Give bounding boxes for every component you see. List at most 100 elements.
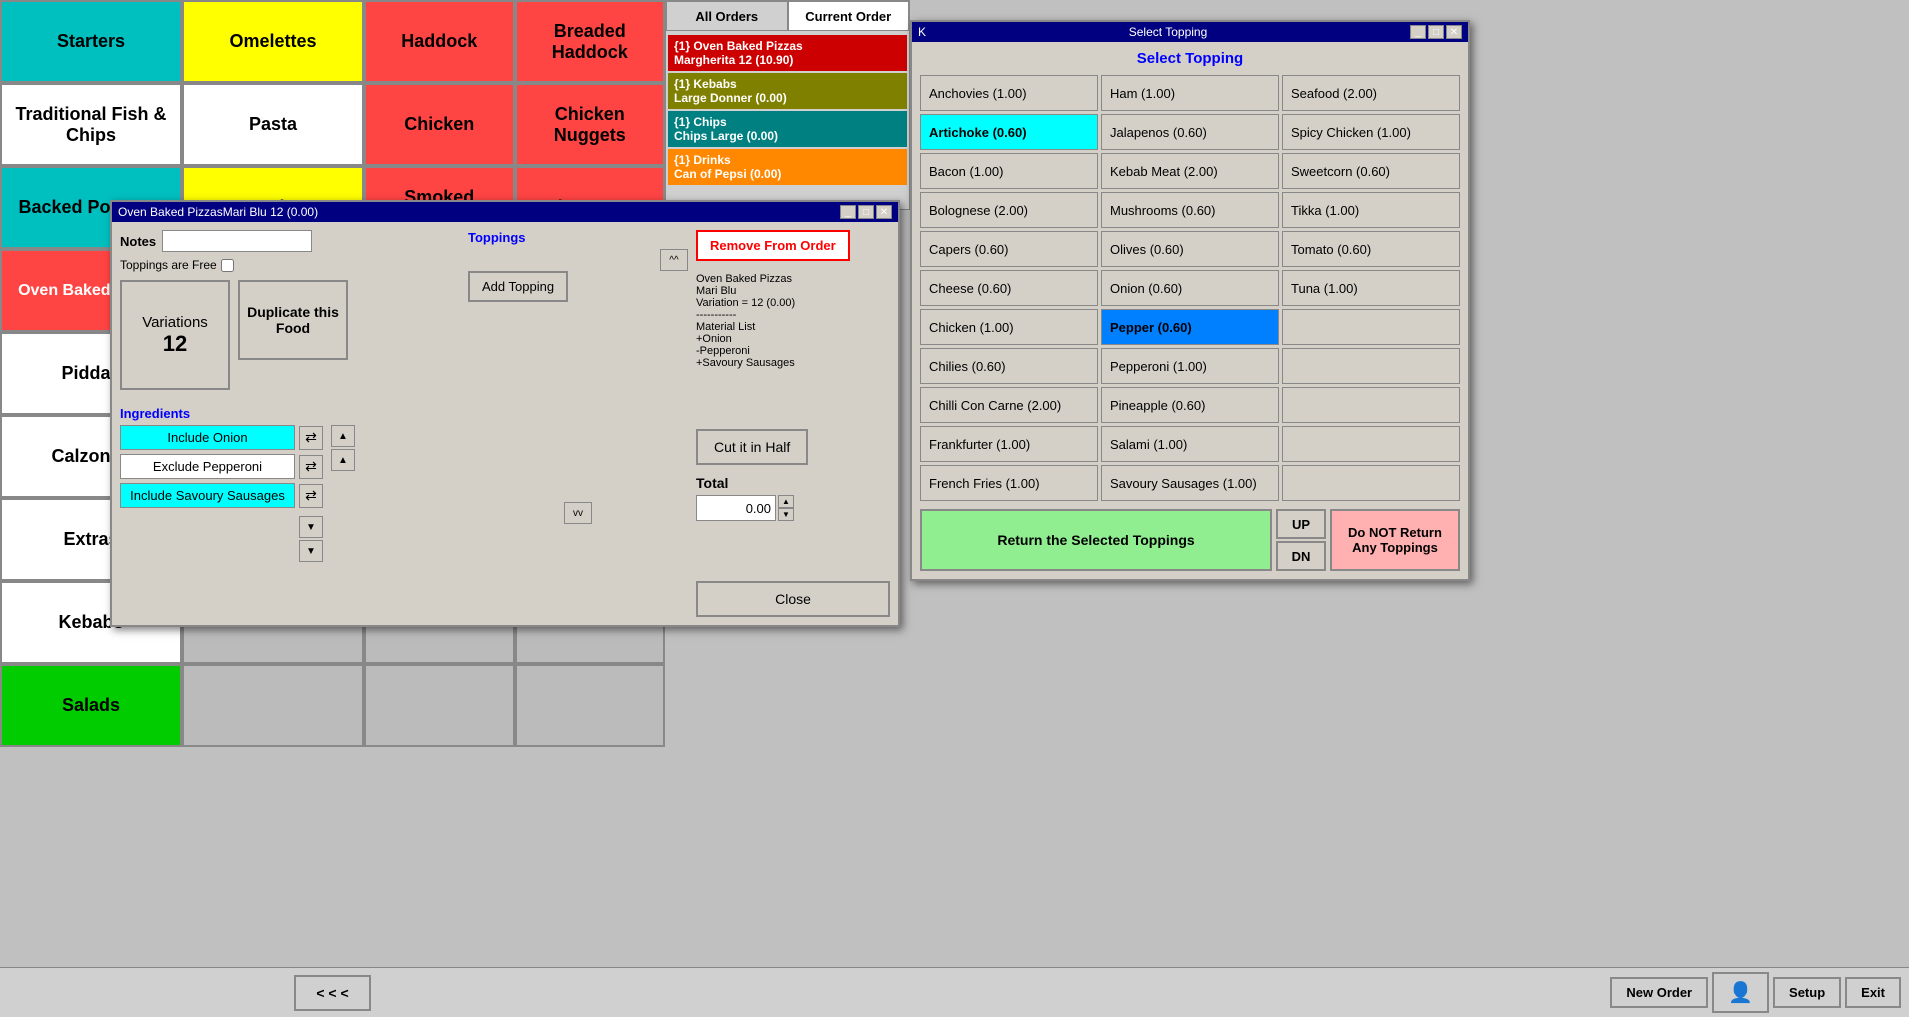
duplicate-button[interactable]: Duplicate this Food [238,280,348,360]
toppings-free-row: Toppings are Free [120,258,460,272]
ingredient-include-sausages[interactable]: Include Savoury Sausages [120,483,295,508]
minimize-button[interactable]: _ [840,205,856,219]
toppings-free-checkbox[interactable] [221,259,234,272]
total-input[interactable] [696,495,776,521]
ingredients-list: Include Onion ⇄ Exclude Pepperoni ⇄ Incl… [120,425,323,512]
food-modal-title: Oven Baked PizzasMari Blu 12 (0.00) [118,205,318,219]
topping-onion[interactable]: Onion (0.60) [1101,270,1279,306]
toppings-list [468,249,656,271]
back-button[interactable]: < < < [294,975,370,1011]
topping-chicken[interactable]: Chicken (1.00) [920,309,1098,345]
order-item-3[interactable]: {1} DrinksCan of Pepsi (0.00) [668,149,907,185]
menu-btn-haddock[interactable]: Haddock [364,0,515,83]
topping-french-fries[interactable]: French Fries (1.00) [920,465,1098,501]
topping-ham[interactable]: Ham (1.00) [1101,75,1279,111]
toppings-label: Toppings [468,230,688,245]
food-modal-titlebar: Oven Baked PizzasMari Blu 12 (0.00) _ □ … [112,202,898,222]
menu-btn-salads[interactable]: Salads [0,664,182,747]
menu-row-1: Starters Omelettes Haddock Breaded Haddo… [0,0,665,83]
topping-jalapenos[interactable]: Jalapenos (0.60) [1101,114,1279,150]
menu-btn-omelettes[interactable]: Omelettes [182,0,364,83]
topping-olives[interactable]: Olives (0.60) [1101,231,1279,267]
topping-chilli-con-carne[interactable]: Chilli Con Carne (2.00) [920,387,1098,423]
topping-cheese[interactable]: Cheese (0.60) [920,270,1098,306]
setup-button[interactable]: Setup [1773,977,1841,1008]
topping-mushrooms[interactable]: Mushrooms (0.60) [1101,192,1279,228]
menu-btn-starters[interactable]: Starters [0,0,182,83]
topping-close-button[interactable]: ✕ [1446,25,1462,39]
topping-empty-8c [1282,348,1460,384]
topping-maximize-button[interactable]: □ [1428,25,1444,39]
ingredient-up-arrow[interactable]: ▲ [331,425,355,447]
variations-label: Variations [142,314,208,331]
dn-button[interactable]: DN [1276,541,1326,571]
total-spin-down[interactable]: ▼ [778,508,794,521]
menu-btn-chicken-nuggets[interactable]: Chicken Nuggets [515,83,666,166]
close-title-button[interactable]: ✕ [876,205,892,219]
topping-tuna[interactable]: Tuna (1.00) [1282,270,1460,306]
remove-from-order-button[interactable]: Remove From Order [696,230,850,261]
topping-bolognese[interactable]: Bolognese (2.00) [920,192,1098,228]
total-spin-up[interactable]: ▲ [778,495,794,508]
menu-row-9: Salads [0,664,665,747]
toppings-free-label: Toppings are Free [120,258,217,272]
topping-down-arrow[interactable]: vv [564,502,592,524]
topping-modal-title-buttons: _ □ ✕ [1410,25,1462,39]
do-not-return-button[interactable]: Do NOT Return Any Toppings [1330,509,1460,571]
topping-pepper[interactable]: Pepper (0.60) [1101,309,1279,345]
menu-btn-pasta[interactable]: Pasta [182,83,364,166]
ingredient-down-arrow[interactable]: ▼ [299,516,323,538]
tab-all-orders[interactable]: All Orders [666,1,788,31]
topping-tomato[interactable]: Tomato (0.60) [1282,231,1460,267]
topping-salami[interactable]: Salami (1.00) [1101,426,1279,462]
order-item-0[interactable]: {1} Oven Baked PizzasMargherita 12 (10.9… [668,35,907,71]
ingredient-down-arrow2[interactable]: ▼ [299,540,323,562]
ingredients-label: Ingredients [120,406,460,421]
ingredient-swap-2[interactable]: ⇄ [299,484,323,508]
variations-button[interactable]: Variations 12 [120,280,230,390]
topping-tikka[interactable]: Tikka (1.00) [1282,192,1460,228]
menu-btn-chicken[interactable]: Chicken [364,83,515,166]
topping-minimize-button[interactable]: _ [1410,25,1426,39]
user-icon-button[interactable]: 👤 [1712,972,1769,1013]
total-row: ▲ ▼ [696,495,890,521]
topping-up-arrow[interactable]: ^^ [660,249,688,271]
exit-button[interactable]: Exit [1845,977,1901,1008]
return-selected-button[interactable]: Return the Selected Toppings [920,509,1272,571]
ingredient-swap-0[interactable]: ⇄ [299,426,323,450]
topping-pineapple[interactable]: Pineapple (0.60) [1101,387,1279,423]
menu-btn-empty-9b [182,664,364,747]
variations-section: Variations 12 [120,280,230,398]
close-modal-button[interactable]: Close [696,581,890,617]
ingredient-exclude-pepperoni[interactable]: Exclude Pepperoni [120,454,295,479]
topping-bacon[interactable]: Bacon (1.00) [920,153,1098,189]
add-topping-button[interactable]: Add Topping [468,271,568,302]
topping-spicy-chicken[interactable]: Spicy Chicken (1.00) [1282,114,1460,150]
topping-kebab-meat[interactable]: Kebab Meat (2.00) [1101,153,1279,189]
topping-pepperoni[interactable]: Pepperoni (1.00) [1101,348,1279,384]
ingredient-swap-1[interactable]: ⇄ [299,455,323,479]
new-order-button[interactable]: New Order [1610,977,1708,1008]
menu-btn-breaded-haddock[interactable]: Breaded Haddock [515,0,666,83]
topping-capers[interactable]: Capers (0.60) [920,231,1098,267]
topping-frankfurter[interactable]: Frankfurter (1.00) [920,426,1098,462]
up-button[interactable]: UP [1276,509,1326,539]
notes-label: Notes [120,234,156,249]
notes-input[interactable] [162,230,312,252]
ingredient-up-arrow2[interactable]: ▲ [331,449,355,471]
cut-in-half-button[interactable]: Cut it in Half [696,429,808,465]
order-item-2[interactable]: {1} ChipsChips Large (0.00) [668,111,907,147]
menu-btn-fish-chips[interactable]: Traditional Fish & Chips [0,83,182,166]
topping-empty-11c [1282,465,1460,501]
topping-artichoke[interactable]: Artichoke (0.60) [920,114,1098,150]
tab-current-order[interactable]: Current Order [788,1,910,31]
order-item-1[interactable]: {1} KebabsLarge Donner (0.00) [668,73,907,109]
topping-seafood[interactable]: Seafood (2.00) [1282,75,1460,111]
topping-anchovies[interactable]: Anchovies (1.00) [920,75,1098,111]
maximize-button[interactable]: □ [858,205,874,219]
topping-modal-header: Select Topping [920,50,1460,67]
ingredient-include-onion[interactable]: Include Onion [120,425,295,450]
topping-chilies[interactable]: Chilies (0.60) [920,348,1098,384]
topping-sweetcorn[interactable]: Sweetcorn (0.60) [1282,153,1460,189]
topping-savoury-sausages[interactable]: Savoury Sausages (1.00) [1101,465,1279,501]
